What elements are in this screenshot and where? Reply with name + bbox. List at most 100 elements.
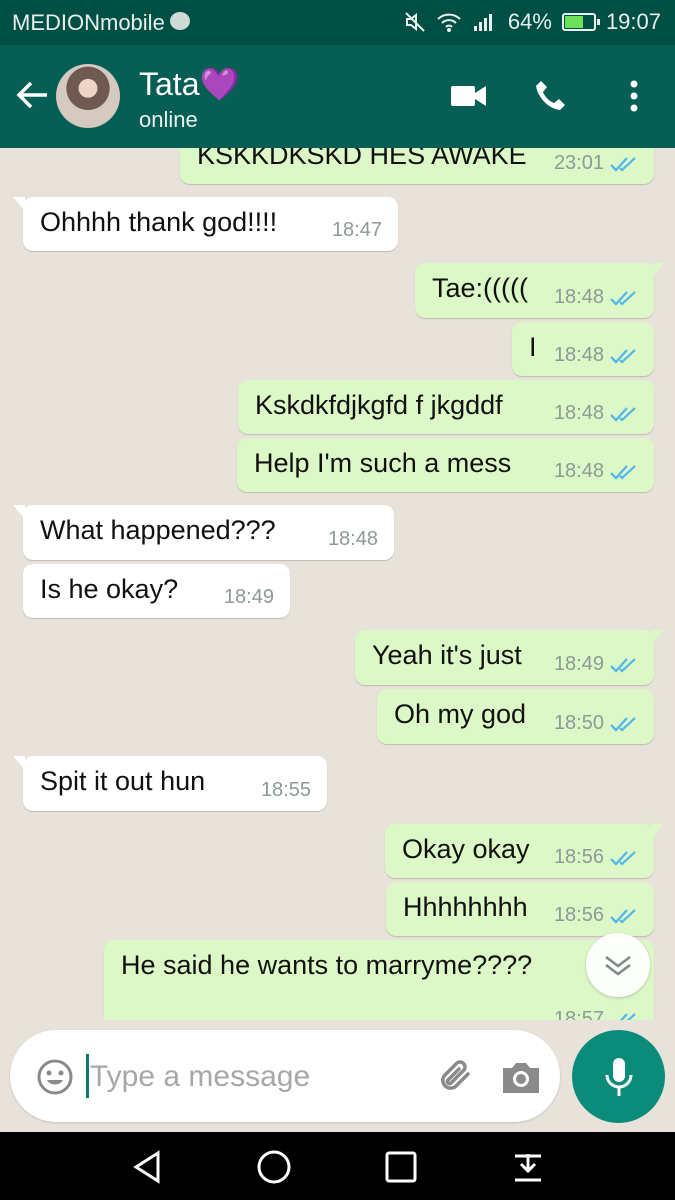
battery-icon [561, 13, 600, 31]
contact-name[interactable]: Tata💜 [139, 65, 239, 103]
read-receipt-icon [610, 716, 636, 732]
message-text-line-2: me???? [434, 950, 533, 980]
incoming-message[interactable]: What happened??? 18:48 [13, 505, 394, 560]
voice-call-button[interactable] [528, 73, 574, 119]
message-meta: 18:49 [224, 586, 274, 609]
message-text: KSKKDKSKD HES AWAKE [197, 148, 527, 170]
outgoing-message[interactable]: Hhhhhhhh 18:56 [386, 882, 654, 936]
outgoing-message[interactable]: Help I'm such a mess 18:48 [237, 438, 654, 492]
voice-message-button[interactable] [572, 1030, 665, 1123]
battery-fill [564, 16, 583, 28]
avatar[interactable] [56, 64, 120, 128]
message-meta: 18:50 [554, 712, 638, 735]
message-time: 18:48 [553, 460, 604, 482]
nav-home-icon[interactable] [255, 1148, 293, 1186]
outgoing-message[interactable]: I 18:48 [512, 322, 654, 376]
nav-notifications-icon[interactable] [509, 1148, 547, 1186]
message-time: 18:48 [553, 402, 604, 424]
message-text: What happened??? [40, 515, 276, 545]
message-meta: 18:48 [554, 344, 638, 367]
message-text: Yeah it's just [372, 640, 522, 670]
status-indicators: 64% 19:07 [404, 9, 661, 35]
scroll-to-bottom-button[interactable] [586, 933, 650, 997]
incoming-message[interactable]: Spit it out hun 18:55 [13, 756, 327, 811]
message-time: 23:01 [553, 152, 604, 174]
talk-notification-icon [170, 12, 190, 30]
chat-header: Tata💜 online [0, 45, 675, 148]
message-time: 18:56 [553, 904, 604, 926]
message-meta: 18:57 [554, 1008, 638, 1020]
paperclip-icon[interactable] [436, 1056, 478, 1098]
wifi-icon [437, 13, 461, 32]
read-receipt-icon [610, 348, 636, 364]
signal-icon [473, 14, 492, 31]
outgoing-message[interactable]: Tae:((((( 18:48 [415, 263, 664, 318]
message-time: 18:57 [553, 1008, 604, 1020]
camera-icon[interactable] [500, 1056, 542, 1098]
message-meta: 18:55 [261, 779, 311, 802]
message-list[interactable]: He said he wants to marryme???? 18:57 Hhhh… [0, 148, 675, 1020]
message-meta: 18:48 [554, 286, 638, 309]
message-meta: 18:56 [554, 846, 638, 869]
message-text: He said he wants to marry [121, 950, 435, 980]
battery-percent: 64% [507, 9, 552, 34]
message-text: Tae:((((( [432, 273, 528, 303]
message-time: 18:56 [553, 846, 604, 868]
outgoing-message[interactable]: Yeah it's just 18:49 [355, 630, 664, 685]
video-camera-icon [451, 86, 486, 106]
message-meta: 23:01 [554, 152, 638, 175]
microphone-icon [605, 1057, 632, 1096]
nav-back-icon[interactable] [128, 1148, 166, 1186]
message-meta: 18:56 [554, 904, 638, 927]
message-text: Hhhhhhhh [403, 892, 528, 922]
message-meta: 18:49 [554, 653, 638, 676]
message-text: Okay okay [402, 834, 530, 864]
message-text: Oh my god [394, 699, 527, 729]
read-receipt-icon [610, 850, 636, 866]
overflow-menu-icon [630, 80, 638, 112]
message-text: Is he okay? [40, 574, 179, 604]
incoming-message[interactable]: Is he okay? 18:49 [23, 564, 290, 618]
outgoing-message[interactable]: KSKKDKSKD HES AWAKE 23:01 [180, 148, 654, 184]
status-bar: MEDIONmobile 64% 19:07 [0, 0, 675, 45]
message-time: 18:49 [223, 586, 274, 608]
text-cursor [86, 1054, 89, 1098]
message-meta: 18:48 [554, 402, 638, 425]
mute-icon [405, 12, 425, 32]
read-receipt-icon [611, 1012, 636, 1020]
phone-icon [536, 81, 565, 110]
message-text: Ohhhh thank god!!!! [40, 207, 278, 237]
message-time: 18:48 [553, 344, 604, 366]
carrier-name: MEDIONmobile [12, 10, 165, 35]
double-chevron-down-icon [605, 956, 631, 976]
message-input[interactable]: Type a message [10, 1030, 560, 1122]
message-meta: 18:48 [554, 460, 638, 483]
message-text: Kskdkfdjkgfd f jkgddf [255, 390, 503, 420]
message-meta: 18:47 [332, 219, 382, 242]
incoming-message[interactable]: Ohhhh thank god!!!! 18:47 [13, 197, 398, 251]
read-receipt-icon [610, 290, 636, 306]
read-receipt-icon [610, 908, 636, 924]
message-text: I [529, 332, 537, 362]
message-time: 18:49 [553, 653, 604, 675]
nav-recents-icon[interactable] [382, 1148, 420, 1186]
outgoing-message[interactable]: He said he wants to marryme???? 18:57 [104, 940, 654, 1020]
message-placeholder: Type a message [90, 1060, 311, 1093]
more-options-button[interactable] [611, 73, 657, 119]
system-navigation-bar [0, 1132, 675, 1200]
read-receipt-icon [610, 657, 636, 673]
video-call-button[interactable] [446, 73, 492, 119]
back-arrow-icon[interactable] [14, 77, 50, 113]
message-meta: 18:48 [328, 528, 378, 551]
outgoing-message[interactable]: Kskdkfdjkgfd f jkgddf 18:48 [238, 380, 654, 434]
message-time: 18:48 [553, 286, 604, 308]
composer-bar: Type a message [0, 1020, 675, 1132]
outgoing-message[interactable]: Okay okay 18:56 [385, 824, 664, 878]
outgoing-message[interactable]: Oh my god 18:50 [377, 689, 654, 744]
contact-status: online [139, 107, 198, 132]
message-time: 18:48 [327, 528, 378, 550]
emoji-icon[interactable] [36, 1058, 74, 1096]
message-time: 18:50 [553, 712, 604, 734]
read-receipt-icon [610, 464, 636, 480]
message-text: Spit it out hun [40, 766, 206, 796]
